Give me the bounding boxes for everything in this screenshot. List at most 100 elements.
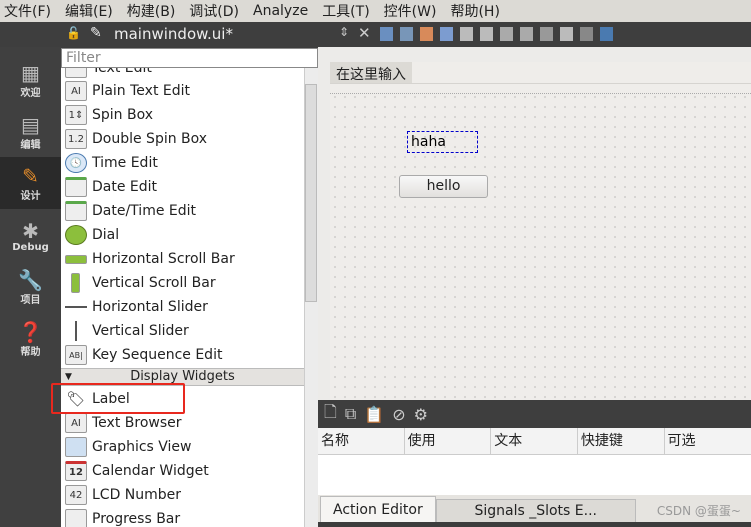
action-table-header: 名称 使用 文本 快捷键 可选 (318, 428, 751, 455)
bug-icon: ✱ (22, 218, 39, 243)
document-icon: ▤ (21, 112, 40, 137)
splitter-vertical-icon[interactable] (520, 27, 533, 41)
widget-calendar[interactable]: 12 Calendar Widget (61, 459, 304, 483)
delete-icon[interactable]: ⊘ (392, 405, 405, 424)
mode-selector: ▦ 欢迎 ▤ 编辑 ✎ 设计 ✱ Debug 🔧 项目 ❓ 帮助 (0, 47, 61, 527)
column-name[interactable]: 名称 (318, 428, 405, 454)
paste-icon[interactable]: 📋 (364, 405, 384, 424)
settings-gear-icon[interactable]: ⚙ (414, 405, 428, 424)
edit-buddies-icon[interactable] (420, 27, 433, 41)
widget-vertical-scroll-bar[interactable]: Vertical Scroll Bar (61, 271, 304, 295)
form-toolbar-area (330, 84, 751, 94)
mode-edit[interactable]: ▤ 编辑 (0, 107, 61, 157)
file-icon: ✎ (90, 25, 102, 41)
menu-edit[interactable]: 编辑(E) (63, 1, 115, 21)
adjust-size-icon[interactable] (600, 27, 613, 41)
grid-icon: ▦ (21, 60, 40, 85)
menu-file[interactable]: 文件(F) (2, 1, 53, 21)
widget-dial[interactable]: Dial (61, 223, 304, 247)
scrollbar-thumb[interactable] (305, 84, 317, 302)
edit-signals-icon[interactable] (400, 27, 413, 41)
help-icon: ❓ (18, 319, 43, 344)
widget-progress-bar[interactable]: Progress Bar (61, 507, 304, 527)
form-menu-bar: 在这里输入 (330, 62, 751, 84)
menu-widgets[interactable]: 控件(W) (382, 1, 439, 21)
widget-double-spin-box[interactable]: 1.2 Double Spin Box (61, 127, 304, 151)
menu-placeholder[interactable]: 在这里输入 (330, 62, 412, 83)
vertical-scrollbar-icon (71, 273, 80, 293)
widget-box-list: Text Edit AI Plain Text Edit 1⇕ Spin Box 1… (61, 68, 304, 527)
action-editor-toolbar: 🗋 ⧉ 📋 ⊘ ⚙ (318, 400, 751, 428)
widget-key-sequence-edit[interactable]: AB| Key Sequence Edit (61, 343, 304, 367)
text-edit-icon (65, 68, 87, 78)
menu-bar: 文件(F) 编辑(E) 构建(B) 调试(D) Analyze 工具(T) 控件… (0, 0, 751, 22)
action-table-body (318, 455, 751, 495)
mode-design[interactable]: ✎ 设计 (0, 157, 61, 209)
horizontal-scrollbar-icon (65, 254, 87, 264)
column-used[interactable]: 使用 (405, 428, 492, 454)
lock-icon[interactable]: 🔓 (66, 26, 81, 40)
widget-horizontal-slider[interactable]: Horizontal Slider (61, 295, 304, 319)
close-icon[interactable]: ✕ (358, 24, 371, 42)
edit-widgets-icon[interactable] (380, 27, 393, 41)
pencil-icon: ✎ (22, 163, 39, 188)
menu-analyze[interactable]: Analyze (251, 3, 310, 19)
layout-grid-icon[interactable] (560, 27, 573, 41)
text-browser-icon: AI (65, 413, 87, 433)
mode-projects[interactable]: 🔧 项目 (0, 262, 61, 312)
progress-bar-icon (65, 509, 87, 527)
widget-graphics-view[interactable]: Graphics View (61, 435, 304, 459)
column-shortcut[interactable]: 快捷键 (578, 428, 665, 454)
watermark: CSDN @蛋蛋~ (656, 504, 741, 518)
menu-tools[interactable]: 工具(T) (320, 1, 371, 21)
spin-box-icon: 1⇕ (65, 105, 87, 125)
calendar-icon (65, 177, 87, 197)
new-action-icon[interactable]: 🗋 (324, 401, 337, 428)
mode-welcome[interactable]: ▦ 欢迎 (0, 55, 61, 105)
clock-icon: 🕓 (65, 153, 87, 173)
tab-action-editor[interactable]: Action Editor (320, 496, 436, 522)
tab-signals-slots-editor[interactable]: Signals _Slots E... (435, 499, 636, 522)
edit-tab-order-icon[interactable] (440, 27, 453, 41)
double-spin-box-icon: 1.2 (65, 129, 87, 149)
menu-help[interactable]: 帮助(H) (448, 1, 501, 21)
layout-vertical-icon[interactable] (480, 27, 493, 41)
menu-debug[interactable]: 调试(D) (187, 1, 241, 21)
file-name[interactable]: mainwindow.ui* (114, 25, 233, 43)
copy-icon[interactable]: ⧉ (345, 404, 356, 424)
widget-datetime-edit[interactable]: Date/Time Edit (61, 199, 304, 223)
plain-text-edit-icon: AI (65, 81, 87, 101)
layout-horizontal-icon[interactable] (460, 27, 473, 41)
column-checkable[interactable]: 可选 (665, 428, 751, 454)
widget-vertical-slider[interactable]: Vertical Slider (61, 319, 304, 343)
column-text[interactable]: 文本 (491, 428, 578, 454)
widget-spin-box[interactable]: 1⇕ Spin Box (61, 103, 304, 127)
widget-horizontal-scroll-bar[interactable]: Horizontal Scroll Bar (61, 247, 304, 271)
graphics-view-icon (65, 437, 87, 457)
hello-button[interactable]: hello (399, 175, 488, 198)
menu-build[interactable]: 构建(B) (125, 1, 178, 21)
filter-input[interactable]: Filter (61, 48, 318, 68)
wrench-icon: 🔧 (18, 267, 43, 292)
switch-file-icon[interactable]: ⇕ (339, 25, 349, 39)
widget-date-edit[interactable]: Date Edit (61, 175, 304, 199)
widget-time-edit[interactable]: 🕓 Time Edit (61, 151, 304, 175)
widget-lcd-number[interactable]: 42 LCD Number (61, 483, 304, 507)
calendar-widget-icon: 12 (65, 461, 87, 481)
mode-help[interactable]: ❓ 帮助 (0, 314, 61, 364)
key-sequence-icon: AB| (65, 345, 87, 365)
mode-debug[interactable]: ✱ Debug (0, 211, 61, 261)
main-window-form[interactable] (330, 62, 751, 400)
calendar-clock-icon (65, 201, 87, 221)
splitter-horizontal-icon[interactable] (500, 27, 513, 41)
layout-toolbar (380, 27, 613, 41)
editor-toolbar: 🔓 ✎ mainwindow.ui* ⇕ ✕ (0, 22, 751, 47)
layout-form-icon[interactable] (540, 27, 553, 41)
widget-plain-text-edit[interactable]: AI Plain Text Edit (61, 79, 304, 103)
label-haha[interactable]: haha (407, 131, 478, 153)
horizontal-slider-icon (65, 297, 87, 317)
lcd-number-icon: 42 (65, 485, 87, 505)
vertical-slider-icon (65, 321, 87, 341)
widget-text-browser[interactable]: AI Text Browser (61, 411, 304, 435)
break-layout-icon[interactable] (580, 27, 593, 41)
